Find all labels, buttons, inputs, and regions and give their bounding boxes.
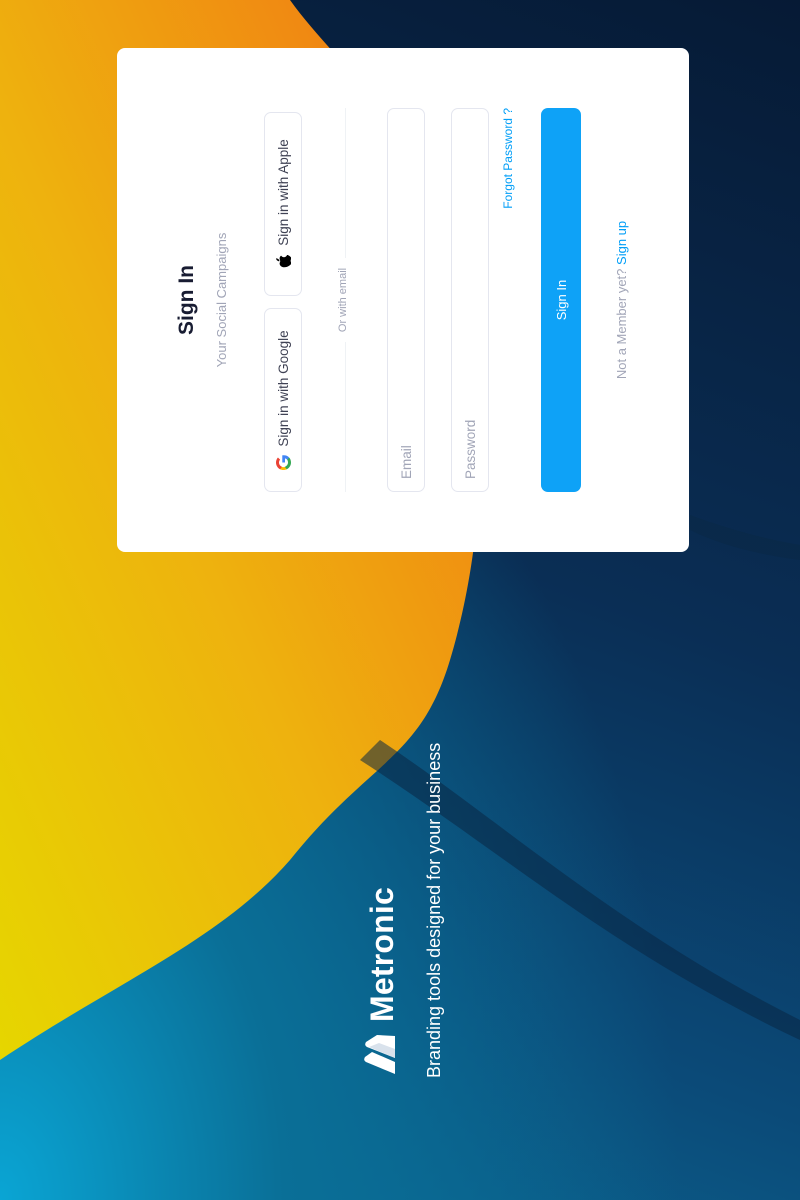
metronic-logo-icon [363,1034,402,1076]
signin-card: Sign In Your Social Campaigns Sign in wi… [117,48,689,552]
apple-signin-label: Sign in with Apple [275,139,291,246]
email-field[interactable] [387,108,425,492]
google-icon [275,454,291,470]
brand-tagline: Branding tools designed for your busines… [424,742,444,1078]
signup-link[interactable]: Sign up [614,221,629,265]
password-field[interactable] [451,108,489,492]
page-subtitle: Your Social Campaigns [214,232,229,368]
separator-text: Or with email [337,267,349,333]
apple-signin-button[interactable]: Sign in with Apple [264,112,302,296]
google-signin-button[interactable]: Sign in with Google [264,308,302,492]
signin-button[interactable]: Sign In [541,108,581,492]
rotated-layout: Metronic Branding tools designed for you… [0,0,800,1200]
signup-prompt-text: Not a Member yet? [614,268,629,380]
separator-line [345,108,346,258]
google-signin-label: Sign in with Google [275,330,291,447]
separator: Or with email [336,108,354,492]
brand-name: Metronic [363,887,400,1022]
forgot-password-link[interactable]: Forgot Password ? [501,108,515,209]
page-title: Sign In [175,265,198,335]
signup-prompt: Not a Member yet? Sign up [614,48,629,552]
apple-icon [275,254,291,269]
brand: Metronic [360,887,404,1076]
